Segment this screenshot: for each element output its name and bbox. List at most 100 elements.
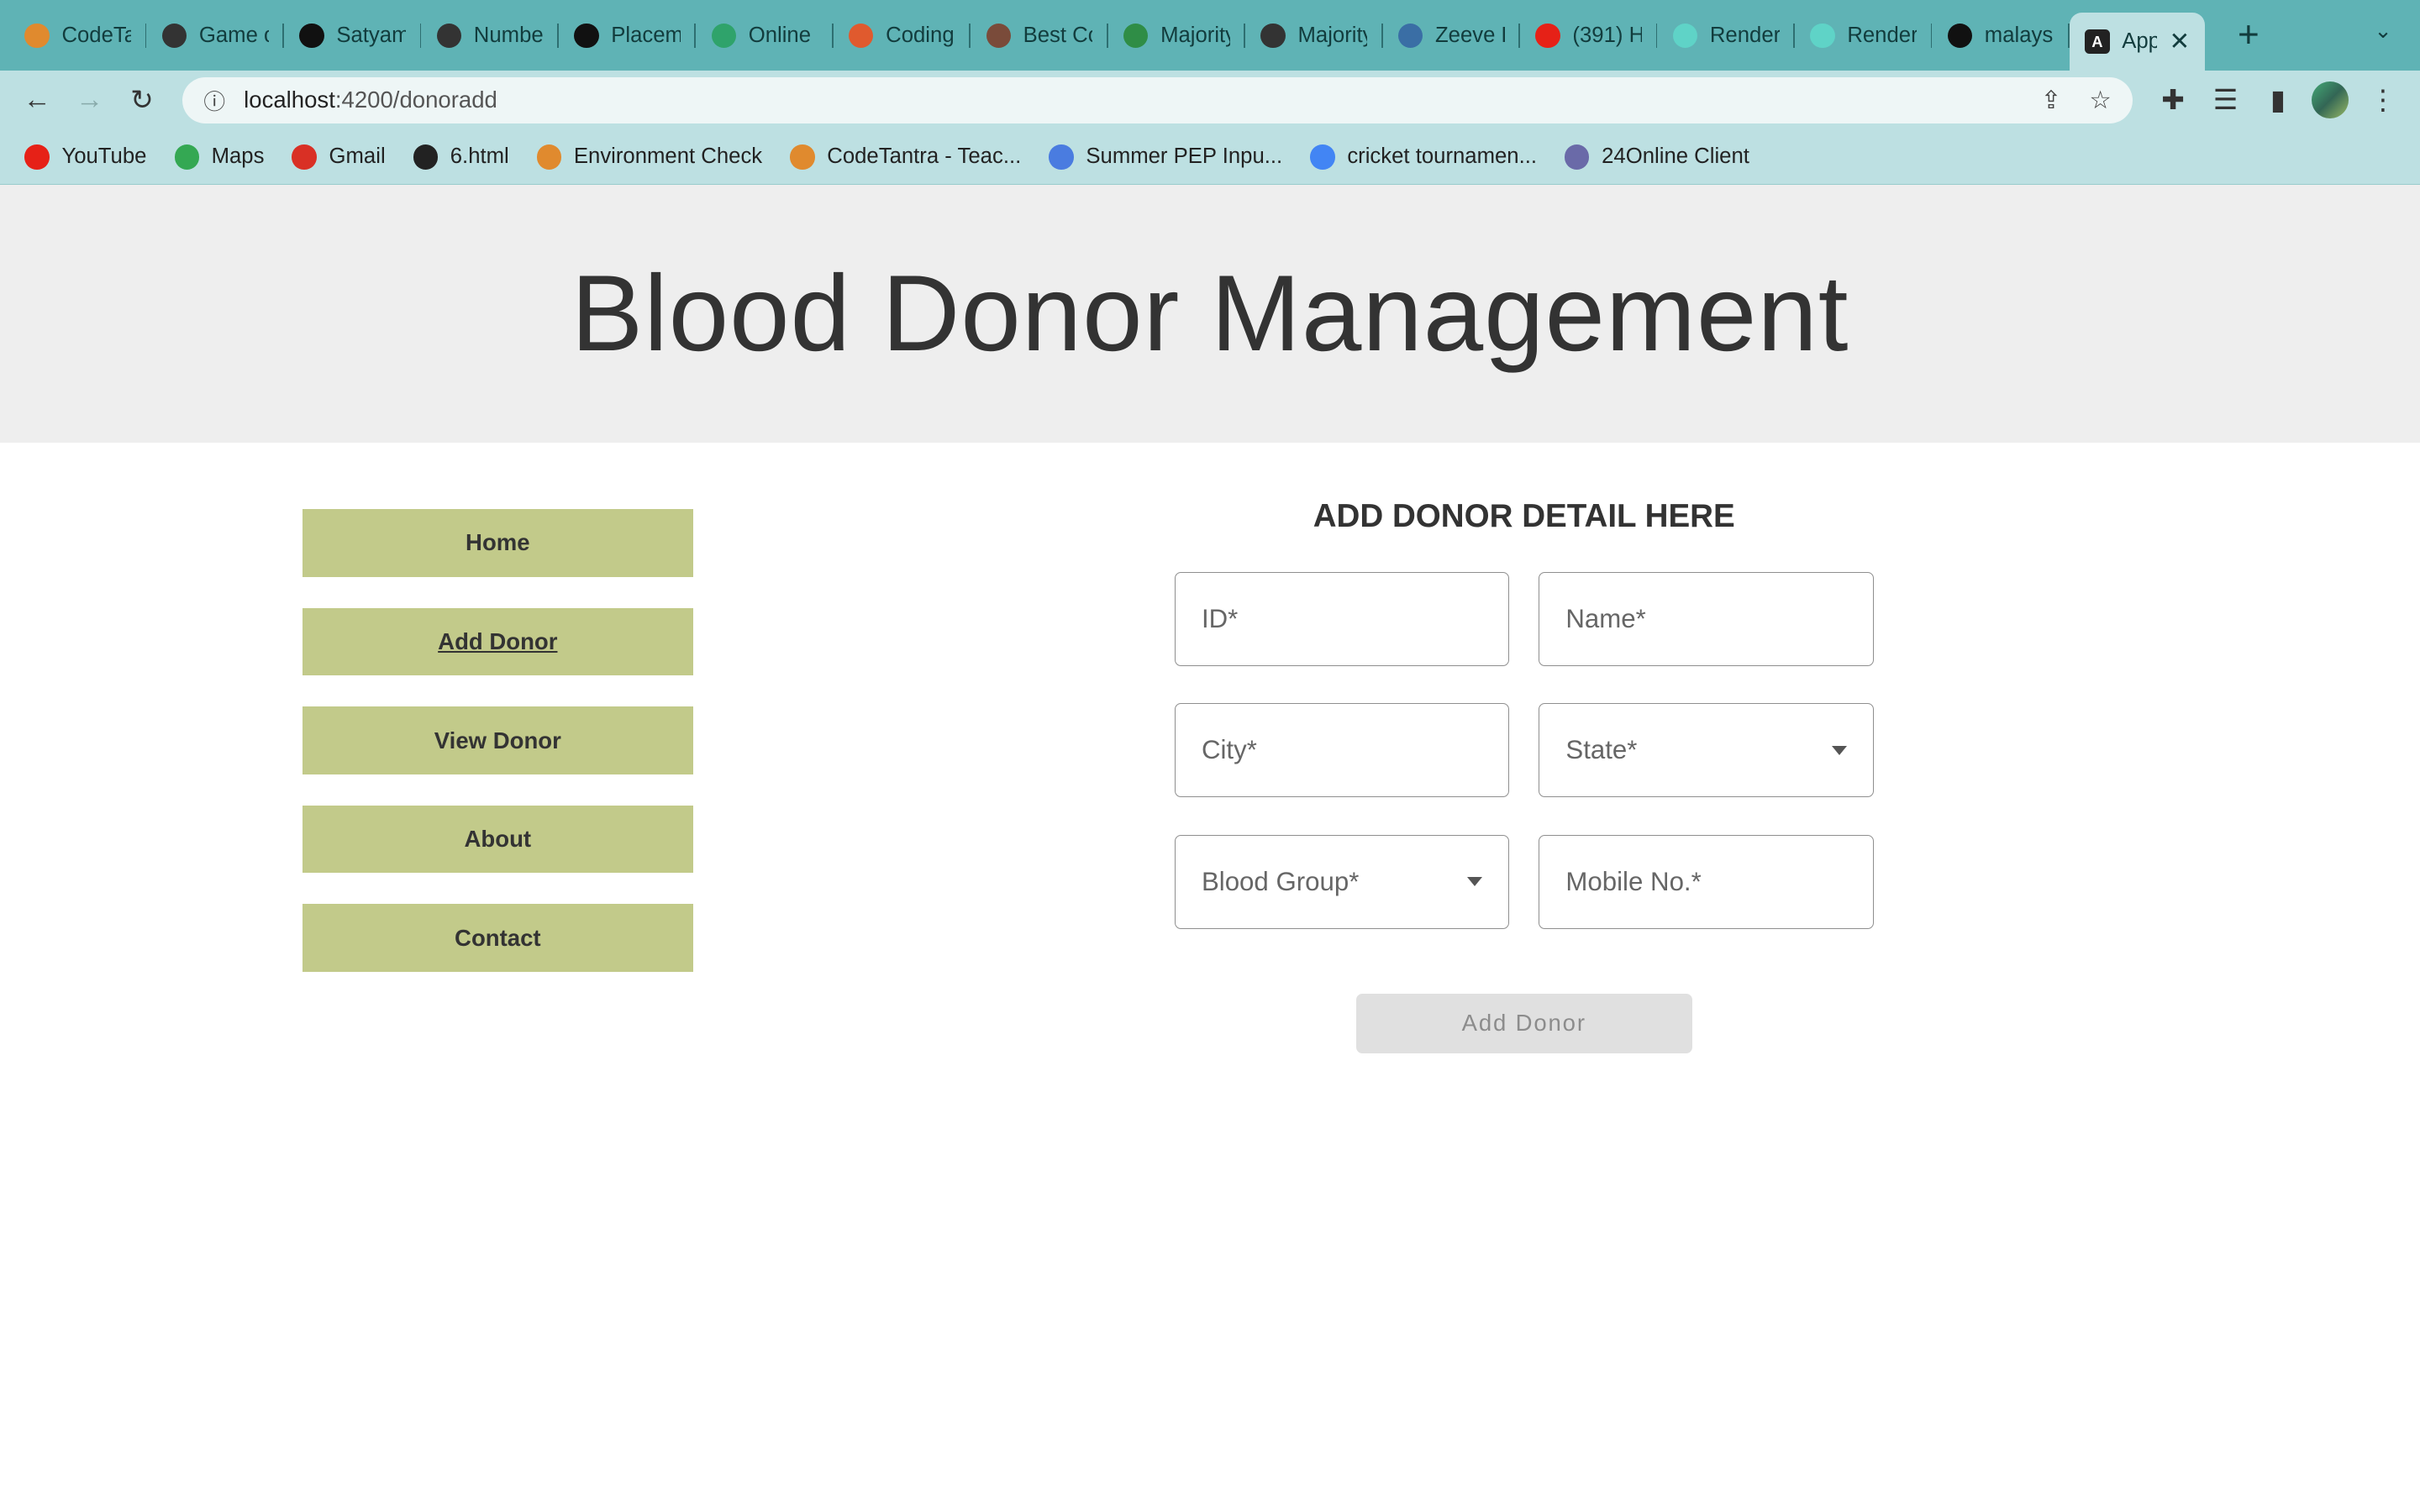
tab-13[interactable]: Render bbox=[1795, 13, 1933, 59]
reload-icon[interactable]: ↻ bbox=[120, 79, 163, 122]
nav-about[interactable]: About bbox=[302, 805, 693, 874]
tab-4[interactable]: Placem bbox=[559, 13, 697, 59]
id-input[interactable] bbox=[1201, 604, 1483, 635]
city-field[interactable] bbox=[1174, 703, 1510, 798]
bookmark-label: cricket tournamen... bbox=[1347, 144, 1538, 169]
page-header: Blood Donor Management bbox=[0, 185, 2420, 444]
chevron-down-icon bbox=[1467, 877, 1483, 887]
codetantra-icon bbox=[536, 144, 562, 170]
tab-label: (391) H bbox=[1572, 23, 1643, 47]
tab-0[interactable]: CodeTa bbox=[9, 13, 147, 59]
tab-label: Majority bbox=[1160, 23, 1230, 47]
tab-9[interactable]: Majority bbox=[1245, 13, 1383, 59]
tab-label: Best Co bbox=[1023, 23, 1093, 47]
maps-icon bbox=[174, 144, 199, 170]
tab-label: Placem bbox=[611, 23, 681, 47]
codetantra-icon bbox=[24, 23, 50, 48]
form-title: ADD DONOR DETAIL HERE bbox=[1313, 498, 1735, 535]
tab-1[interactable]: Game o bbox=[146, 13, 284, 59]
gmail-icon bbox=[292, 144, 317, 170]
tab-label: Render bbox=[1847, 23, 1917, 47]
tab-label: App bbox=[2122, 29, 2157, 54]
tab-14[interactable]: malays bbox=[1932, 13, 2070, 59]
name-field[interactable] bbox=[1539, 572, 1874, 667]
tab-strip: CodeTa Game o Satyam Numbe Placem Online Codin… bbox=[0, 0, 2420, 71]
tab-2[interactable]: Satyam bbox=[284, 13, 422, 59]
bookmark-4[interactable]: Environment Check bbox=[536, 144, 762, 170]
tab-12[interactable]: Render bbox=[1657, 13, 1795, 59]
vue-icon bbox=[711, 23, 737, 48]
add-donor-button[interactable]: Add Donor bbox=[1355, 993, 1692, 1054]
mobile-field[interactable] bbox=[1539, 834, 1874, 929]
nav-contact[interactable]: Contact bbox=[302, 904, 693, 972]
youtube-icon bbox=[24, 144, 50, 170]
bookmark-label: Summer PEP Inpu... bbox=[1086, 144, 1283, 169]
bookmark-label: 24Online Client bbox=[1602, 144, 1749, 169]
bookmark-1[interactable]: Maps bbox=[174, 144, 264, 170]
blood-group-select-label: Blood Group* bbox=[1201, 866, 1360, 896]
tab-label: Numbe bbox=[473, 23, 544, 47]
bookmark-0[interactable]: YouTube bbox=[24, 144, 146, 170]
browser-chrome: CodeTa Game o Satyam Numbe Placem Online Codin… bbox=[0, 0, 2420, 186]
zeeve-icon bbox=[1397, 23, 1423, 48]
tab-10[interactable]: Zeeve F bbox=[1383, 13, 1520, 59]
menu-icon[interactable]: ⋮ bbox=[2361, 79, 2404, 122]
address-bar[interactable]: ⓘ localhost:4200/donoradd ⇪ ☆ bbox=[182, 76, 2133, 123]
tab-7[interactable]: Best Co bbox=[971, 13, 1108, 59]
gfg-icon bbox=[1123, 23, 1149, 48]
tab-label: Game o bbox=[198, 23, 269, 47]
24online-icon bbox=[1565, 144, 1590, 170]
github-icon bbox=[299, 23, 324, 48]
chevron-down-icon bbox=[1831, 745, 1847, 755]
bookmark-8[interactable]: 24Online Client bbox=[1565, 144, 1749, 170]
profile-avatar[interactable] bbox=[2309, 79, 2352, 122]
state-select[interactable]: State* bbox=[1539, 703, 1874, 798]
nav-view-donor[interactable]: View Donor bbox=[302, 706, 693, 774]
nav-add-donor[interactable]: Add Donor bbox=[302, 607, 693, 676]
bookmark-2[interactable]: Gmail bbox=[292, 144, 386, 170]
geeks-icon bbox=[436, 23, 462, 48]
state-select-label: State* bbox=[1565, 735, 1638, 765]
tab-6[interactable]: Coding bbox=[834, 13, 971, 59]
render-icon bbox=[1672, 23, 1698, 48]
bookmark-3[interactable]: 6.html bbox=[413, 144, 509, 170]
nav-home[interactable]: Home bbox=[302, 509, 693, 577]
city-input[interactable] bbox=[1201, 735, 1483, 766]
add-donor-form: ADD DONOR DETAIL HERE State* Blood Group… bbox=[1174, 498, 1874, 1054]
id-field[interactable] bbox=[1174, 572, 1510, 667]
tab-3[interactable]: Numbe bbox=[421, 13, 559, 59]
youtube-icon bbox=[1535, 23, 1560, 48]
forward-icon[interactable]: → bbox=[68, 79, 111, 122]
media-icon[interactable]: ☰ bbox=[2204, 79, 2247, 122]
tab-label: malays bbox=[1984, 23, 2054, 47]
page-title: Blood Donor Management bbox=[571, 254, 1849, 375]
chevron-down-icon[interactable]: ⌄ bbox=[2374, 18, 2392, 44]
bookmark-label: Gmail bbox=[329, 144, 386, 169]
bookmark-5[interactable]: CodeTantra - Teac... bbox=[790, 144, 1022, 170]
back-icon[interactable]: ← bbox=[15, 79, 58, 122]
tab-11[interactable]: (391) H bbox=[1520, 13, 1658, 59]
tab-active[interactable]: A App ✕ bbox=[2069, 12, 2206, 71]
tab-8[interactable]: Majority bbox=[1108, 13, 1246, 59]
name-input[interactable] bbox=[1565, 604, 1847, 635]
info-icon[interactable]: ⓘ bbox=[203, 85, 225, 116]
coding-icon bbox=[849, 23, 874, 48]
bookmark-7[interactable]: cricket tournamen... bbox=[1310, 144, 1538, 170]
tab-label: Satyam bbox=[336, 23, 407, 47]
new-tab-icon[interactable]: + bbox=[2227, 14, 2270, 56]
close-icon[interactable]: ✕ bbox=[2169, 27, 2190, 56]
bookmark-label: 6.html bbox=[450, 144, 509, 169]
angular-icon: A bbox=[2085, 29, 2110, 55]
share-icon[interactable]: ⇪ bbox=[2041, 86, 2062, 115]
google-icon bbox=[1310, 144, 1335, 170]
blood-group-select[interactable]: Blood Group* bbox=[1174, 834, 1510, 929]
mobile-input[interactable] bbox=[1565, 866, 1847, 897]
sidepanel-icon[interactable]: ▮ bbox=[2256, 79, 2299, 122]
star-icon[interactable]: ☆ bbox=[2089, 86, 2111, 115]
extensions-icon[interactable]: ✚ bbox=[2151, 79, 2194, 122]
bookmark-label: CodeTantra - Teac... bbox=[827, 144, 1022, 169]
tab-5[interactable]: Online bbox=[696, 13, 834, 59]
url-path: :4200/donoradd bbox=[334, 87, 497, 113]
bookmark-6[interactable]: Summer PEP Inpu... bbox=[1049, 144, 1283, 170]
side-nav: Home Add Donor View Donor About Contact bbox=[302, 509, 693, 1003]
